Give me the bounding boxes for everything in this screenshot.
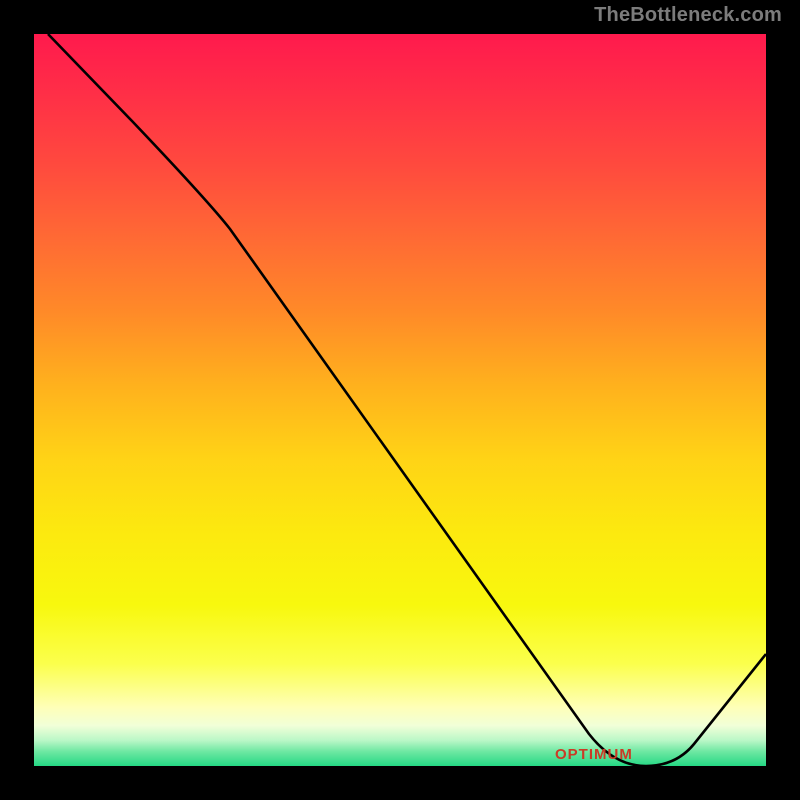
bottleneck-curve bbox=[34, 34, 766, 766]
attribution-text: TheBottleneck.com bbox=[594, 4, 782, 27]
chart-container: TheBottleneck.com OPTIMUM bbox=[0, 0, 800, 800]
curve-path bbox=[48, 34, 766, 766]
optimum-marker: OPTIMUM bbox=[555, 746, 633, 763]
